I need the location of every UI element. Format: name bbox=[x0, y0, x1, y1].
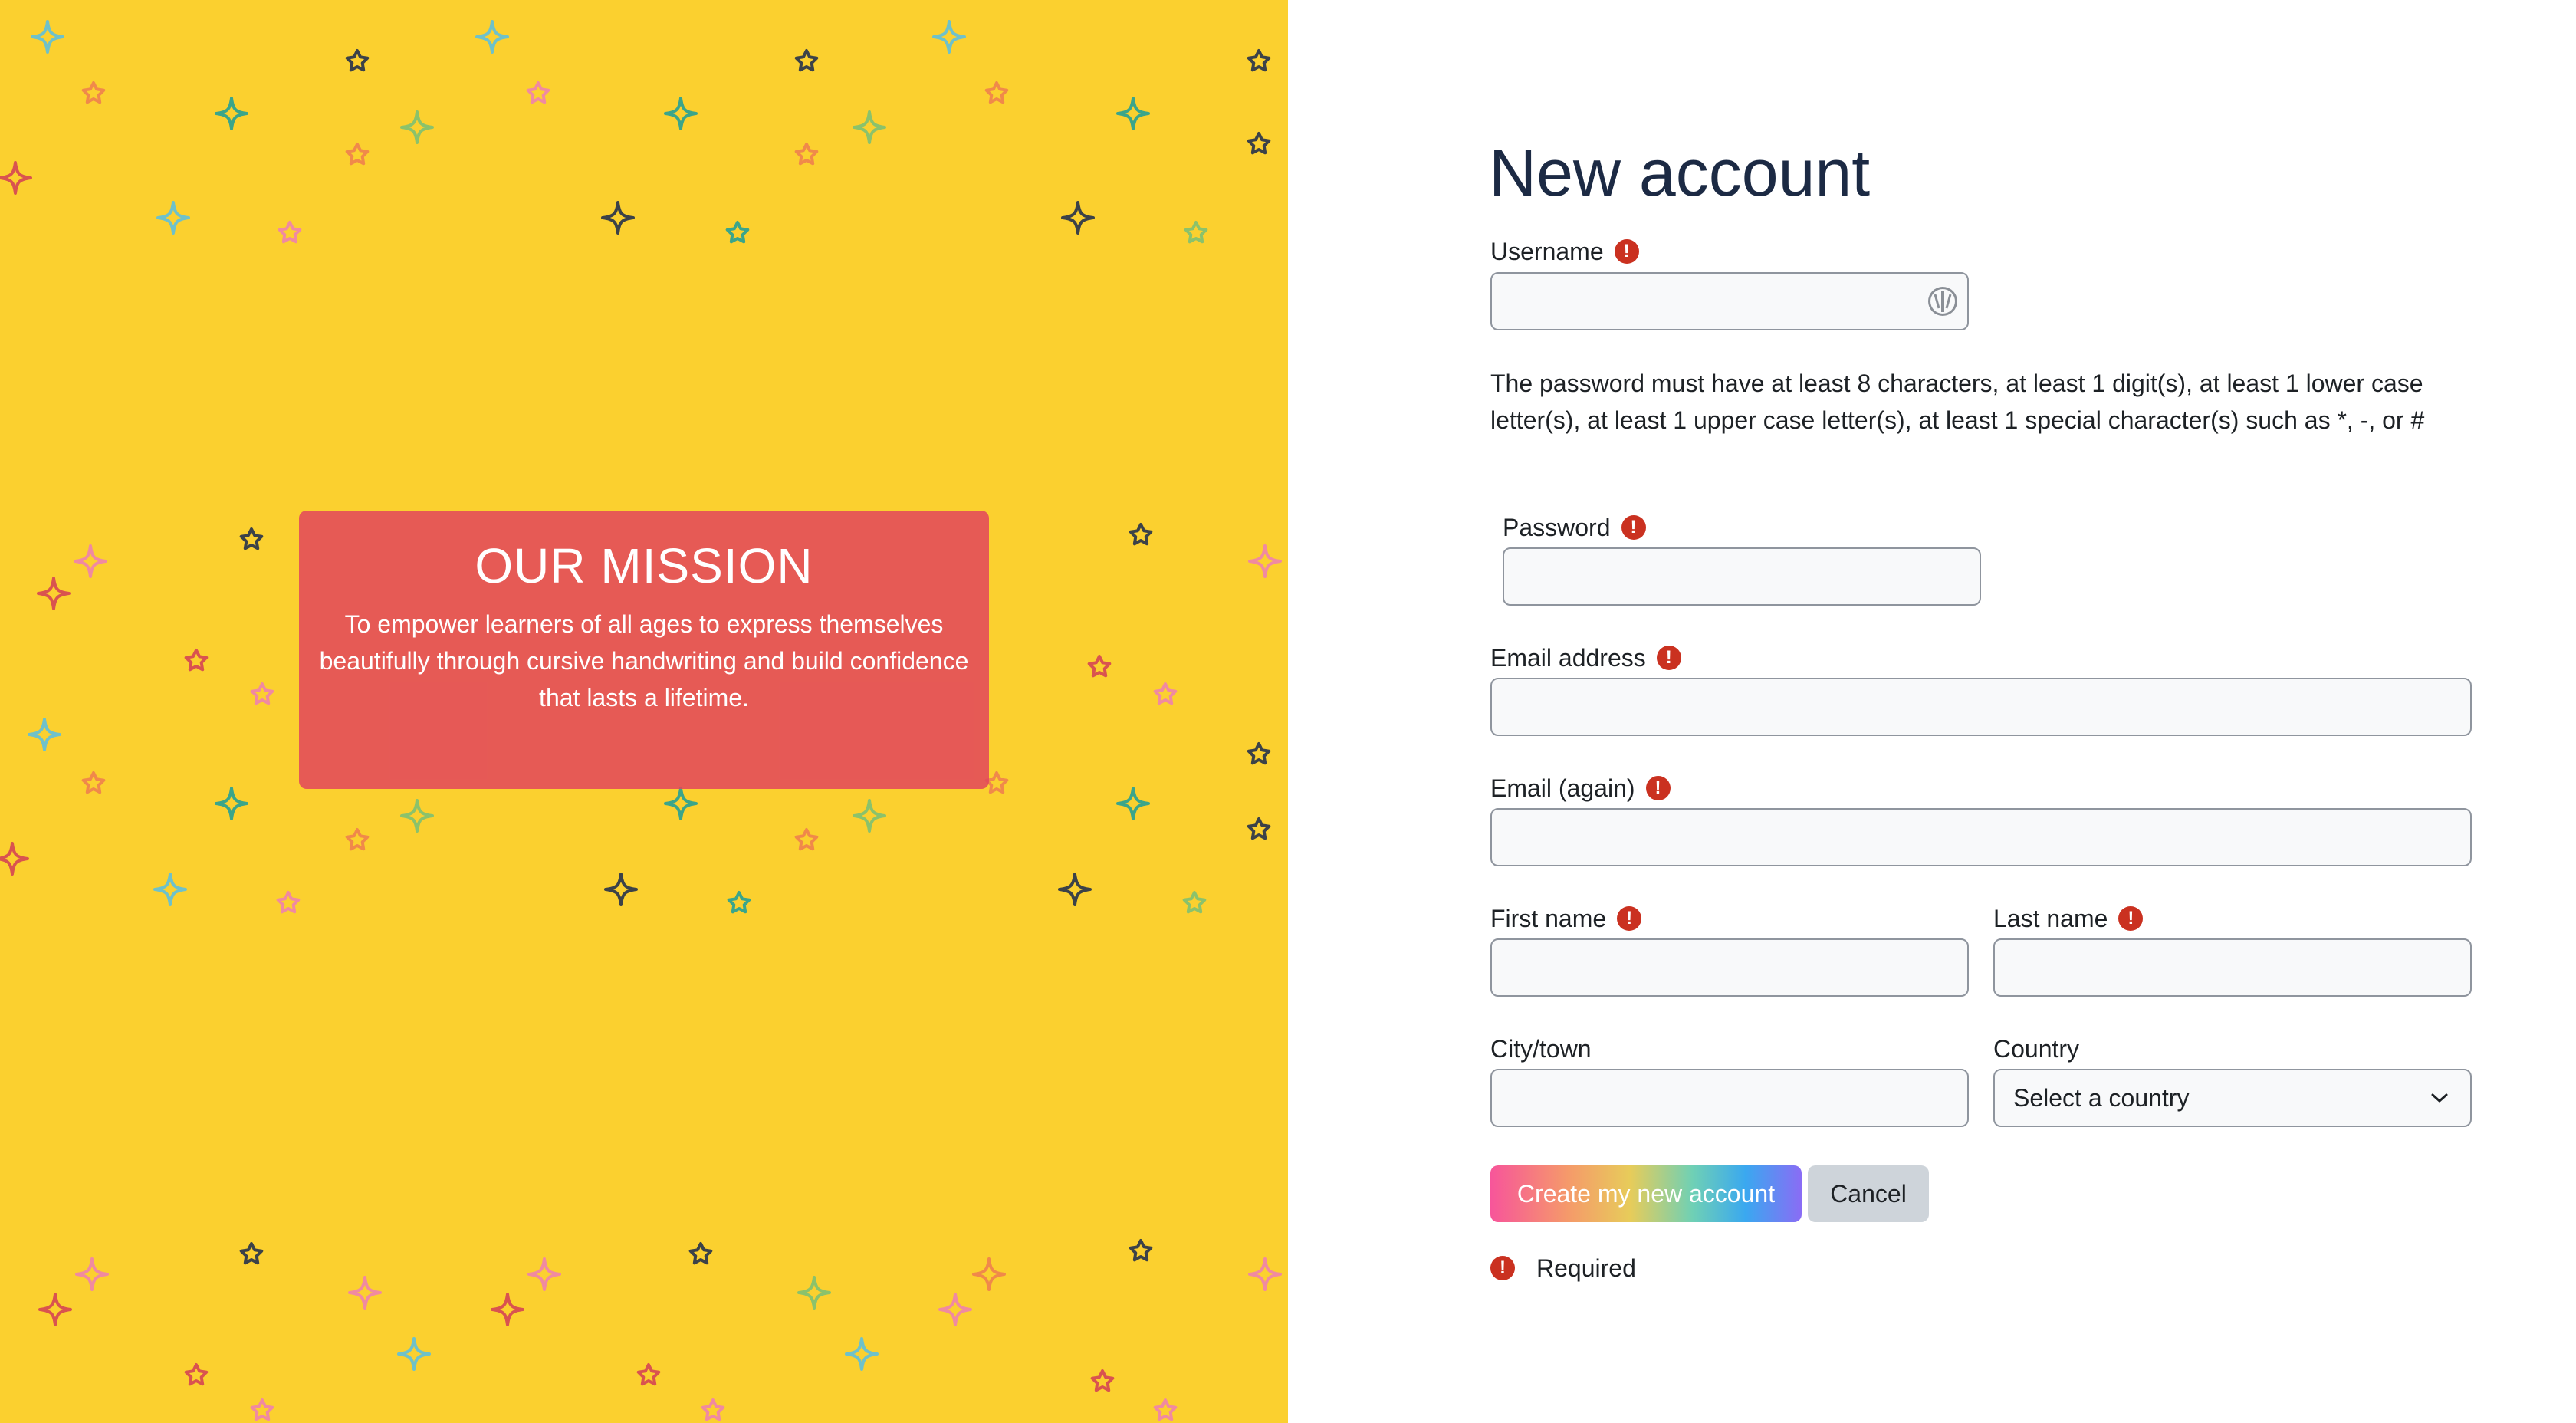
username-label: Username ! bbox=[1490, 236, 1639, 267]
email-again-label: Email (again) ! bbox=[1490, 773, 1671, 804]
page-title: New account bbox=[1489, 136, 1871, 210]
mission-text: To empower learners of all ages to expre… bbox=[319, 610, 969, 712]
email-input[interactable] bbox=[1490, 678, 2472, 736]
email-label: Email address ! bbox=[1490, 642, 1681, 673]
required-legend: ! Required bbox=[1490, 1253, 1636, 1283]
chevron-down-icon bbox=[2431, 1093, 2448, 1103]
exclamation-circle-icon: ! bbox=[1645, 776, 1671, 800]
decorative-panel: OUR MISSION To empower learners of all a… bbox=[0, 0, 1288, 1423]
exclamation-circle-icon: ! bbox=[2118, 906, 2144, 931]
username-input[interactable] bbox=[1490, 272, 1969, 330]
last-name-label-text: Last name bbox=[1993, 905, 2108, 932]
username-label-text: Username bbox=[1490, 238, 1604, 265]
email-again-input[interactable] bbox=[1490, 808, 2472, 866]
last-name-input[interactable] bbox=[1993, 938, 2472, 997]
last-name-label: Last name ! bbox=[1993, 903, 2144, 934]
exclamation-circle-icon: ! bbox=[1490, 1256, 1515, 1280]
exclamation-circle-icon: ! bbox=[1614, 239, 1639, 264]
password-manager-icon[interactable] bbox=[1926, 284, 1960, 318]
country-label: Country bbox=[1993, 1035, 2080, 1063]
city-input[interactable] bbox=[1490, 1069, 1969, 1127]
mission-title: OUR MISSION bbox=[475, 538, 813, 593]
password-input[interactable] bbox=[1503, 547, 1981, 606]
cancel-button[interactable]: Cancel bbox=[1808, 1165, 1929, 1222]
mission-card: OUR MISSION To empower learners of all a… bbox=[299, 511, 989, 789]
country-selected-value: Select a country bbox=[2013, 1083, 2190, 1112]
signup-form-panel: New account Username ! The password must… bbox=[1288, 0, 2576, 1423]
password-label-text: Password bbox=[1503, 514, 1611, 541]
exclamation-circle-icon: ! bbox=[1656, 646, 1681, 670]
first-name-label: First name ! bbox=[1490, 903, 1642, 934]
first-name-input[interactable] bbox=[1490, 938, 1969, 997]
email-again-label-text: Email (again) bbox=[1490, 774, 1635, 802]
password-policy: The password must have at least 8 charac… bbox=[1490, 370, 2425, 434]
password-label: Password ! bbox=[1503, 512, 1646, 543]
exclamation-circle-icon: ! bbox=[1621, 515, 1646, 540]
first-name-label-text: First name bbox=[1490, 905, 1607, 932]
country-select[interactable]: Select a country bbox=[1993, 1069, 2472, 1127]
exclamation-circle-icon: ! bbox=[1617, 906, 1642, 931]
email-label-text: Email address bbox=[1490, 644, 1646, 672]
create-account-button[interactable]: Create my new account bbox=[1490, 1165, 1802, 1222]
city-label: City/town bbox=[1490, 1035, 1592, 1063]
required-legend-text: Required bbox=[1536, 1254, 1636, 1282]
